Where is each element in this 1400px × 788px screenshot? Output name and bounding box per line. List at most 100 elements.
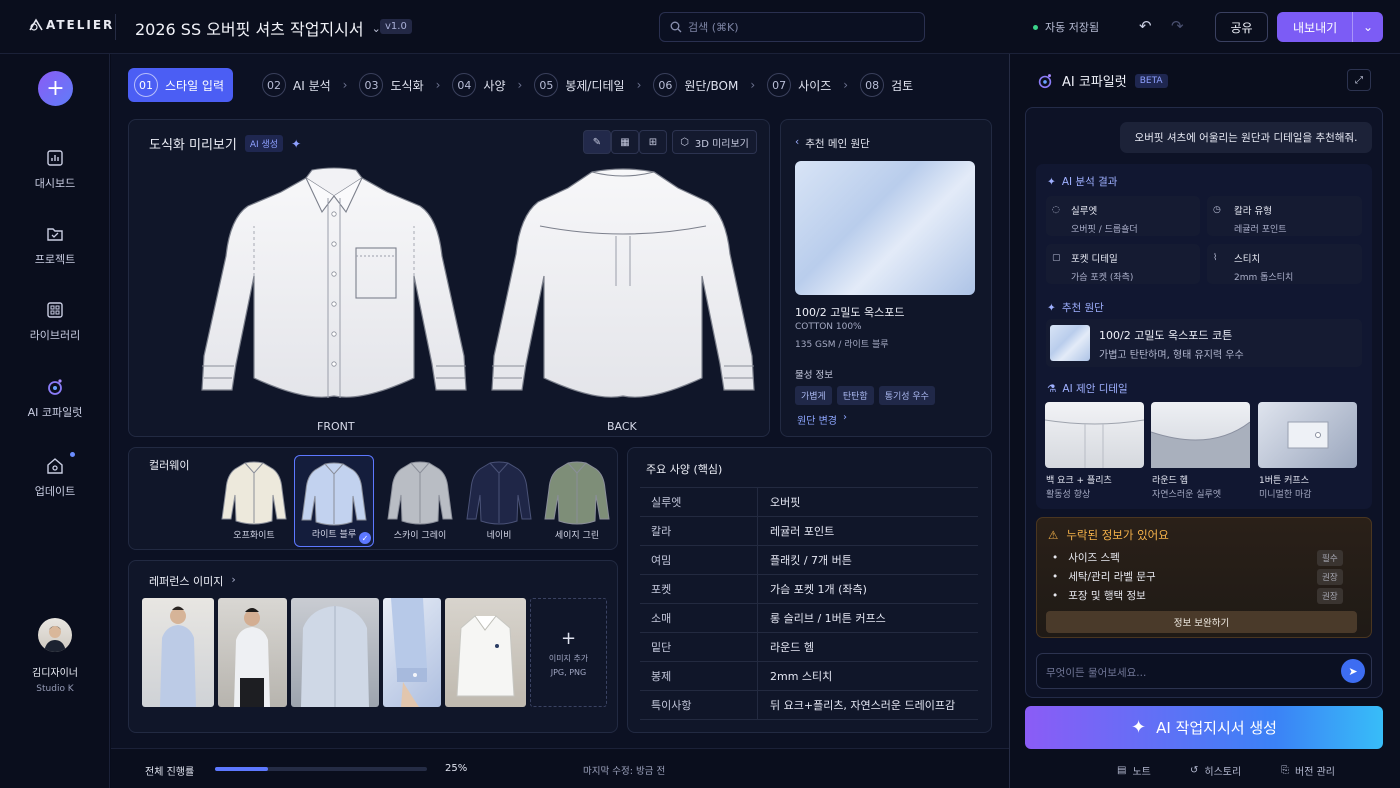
redo-icon[interactable]: ↷ [1171,17,1184,35]
spec-key: 포켓 [640,574,758,604]
reference-header[interactable]: 레퍼런스 이미지 › [149,573,236,589]
detail-image-cuff[interactable] [1258,402,1357,468]
fabric-composition: COTTON 100% [795,322,862,332]
reference-image[interactable] [445,598,526,707]
version-control-button[interactable]: ⎘ 버전 관리 [1281,763,1335,778]
plus-icon: + [46,76,65,101]
colorway-option[interactable]: 세이지 그린 [537,455,617,547]
chevron-down-icon[interactable]: ⌄ [1352,12,1383,42]
sidebar-item-library[interactable]: 라이브러리 [0,300,110,343]
chevron-right-icon: › [231,573,236,586]
step-fabric-bom[interactable]: 06 원단/BOM [653,68,738,102]
spec-row: 소매 롱 슬리브 / 1버튼 커프스 [640,603,978,633]
search-input[interactable]: 검색 (⌘K) [659,12,925,42]
spec-row: 칼라 레귤러 포인트 [640,516,978,546]
send-button[interactable]: ➤ [1341,659,1365,683]
analysis-item: ▢ 포켓 디테일 가슴 포켓 (좌측) [1046,244,1200,284]
fabric-spec: 135 GSM / 라이트 블루 [795,340,889,350]
sparkle-icon: ✦ [291,136,302,151]
detail-image-hem[interactable] [1150,402,1251,468]
pocket-icon: ▢ [1052,253,1061,263]
step-size[interactable]: 07 사이즈 [767,68,831,102]
ai-generated-badge: AI 생성 [244,135,284,152]
version-icon: ⎘ [1281,765,1289,776]
detail-name: 1버튼 커프스 [1259,476,1309,486]
step-number: 06 [653,73,678,97]
update-icon [47,458,63,474]
spec-value: 롱 슬리브 / 1버튼 커프스 [770,612,886,625]
fabric-name: 100/2 고밀도 옥스포드 코튼 [1099,329,1233,342]
edit-tool-button[interactable]: ✎ [583,130,611,154]
sidebar-item-label: 대시보드 [34,177,76,190]
copilot-header: AI 코파일럿 BETA [1036,71,1168,90]
expand-button[interactable]: ⤢ [1347,69,1371,91]
fabric-thumbnail [1050,325,1090,361]
fabric-props-chips: 가볍게 탄탄함 통기성 우수 [795,384,940,405]
reference-image[interactable] [291,598,379,707]
front-flat-sketch [201,167,467,398]
notes-button[interactable]: ▤ 노트 [1117,763,1151,778]
step-number: 07 [767,73,792,97]
detail-section-title: ⚗ AI 제안 디테일 [1047,381,1128,396]
spec-row: 실루엣 오버핏 [640,487,978,517]
step-flat-sketch[interactable]: 03 도식화 [359,68,424,102]
step-ai-analysis[interactable]: 02 AI 분석 [262,68,331,102]
bullet: • [1052,570,1059,583]
sidebar-item-dashboard[interactable]: 대시보드 [0,148,110,191]
document-title[interactable]: 2026 SS 오버핏 셔츠 작업지시서 ⌄ [135,16,381,40]
avatar [38,618,72,652]
reference-image[interactable] [383,598,441,707]
step-style-input[interactable]: 01 스타일 입력 [128,68,234,102]
3d-preview-button[interactable]: ⬡ 3D 미리보기 [672,130,757,154]
plus-icon: + [560,628,577,649]
history-label: 히스토리 [1204,767,1242,778]
grid-view-button[interactable]: ▦ [611,130,639,154]
create-new-button[interactable]: + [38,71,73,106]
chevron-right-icon: › [843,78,849,92]
step-review[interactable]: 08 검토 [860,68,913,102]
progress-percent: 25% [445,763,468,774]
detail-desc: 자연스러운 실루엣 [1152,490,1222,500]
generate-worksheet-button[interactable]: ✦ AI 작업지시서 생성 [1025,706,1383,749]
reference-image[interactable] [218,598,287,707]
export-button[interactable]: 내보내기 ⌄ [1277,12,1383,42]
version-badge: v1.0 [380,19,412,34]
sidebar-item-projects[interactable]: 프로젝트 [0,224,110,267]
detail-image-yoke[interactable] [1044,402,1145,468]
step-number: 01 [134,73,158,97]
colorway-option[interactable]: 오프화이트 [214,455,294,547]
app-logo[interactable]: ATELIER [28,18,114,32]
add-image-button[interactable]: + 이미지 추가 JPG, PNG [530,598,607,707]
history-button[interactable]: ↺ 히스토리 [1190,763,1241,778]
fabric-header[interactable]: ‹ 추천 메인 원단 [795,136,870,151]
colorway-option[interactable]: 네이비 [459,455,539,547]
analysis-key: 실루엣 [1071,206,1098,217]
change-fabric-link[interactable]: 원단 변경 › [797,412,847,427]
document-title-text: 2026 SS 오버핏 셔츠 작업지시서 [135,20,364,39]
missing-item: • 세탁/관리 라벨 문구 [1052,569,1156,584]
colorway-option[interactable]: 라이트 블루 ✓ [294,455,374,547]
step-label: 스타일 입력 [165,78,225,93]
complete-info-button[interactable]: 정보 보완하기 [1046,611,1357,633]
split-view-button[interactable]: ⊞ [639,130,667,154]
chat-input-placeholder: 무엇이든 물어보세요... [1046,667,1147,679]
step-navigator: 01 스타일 입력 02 AI 분석 › 03 도식화 › 04 사양 › 05 봉제/디… [128,68,913,102]
user-studio: Studio K [36,684,74,694]
export-label: 내보내기 [1293,20,1338,35]
share-button[interactable]: 공유 [1215,12,1268,42]
step-sewing-detail[interactable]: 05 봉제/디테일 [534,68,625,102]
user-profile[interactable]: 김디자이너 Studio K [0,618,110,694]
chevron-right-icon: › [750,78,756,92]
colorway-option[interactable]: 스카이 그레이 [380,455,460,547]
undo-icon[interactable]: ↶ [1139,17,1152,35]
sidebar-item-copilot[interactable]: AI 코파일럿 [0,377,110,420]
chevron-right-icon: › [435,78,441,92]
reference-image[interactable] [142,598,214,707]
analysis-item: ⌇ 스티치 2mm 톱스티치 [1207,244,1362,284]
step-specs[interactable]: 04 사양 [452,68,506,102]
cube-icon: ⬡ [680,136,689,148]
search-icon [670,21,682,33]
fabric-swatch-image [795,161,975,295]
sidebar-item-updates[interactable]: 업데이트 [0,456,110,499]
spec-key: 여밈 [640,545,758,575]
